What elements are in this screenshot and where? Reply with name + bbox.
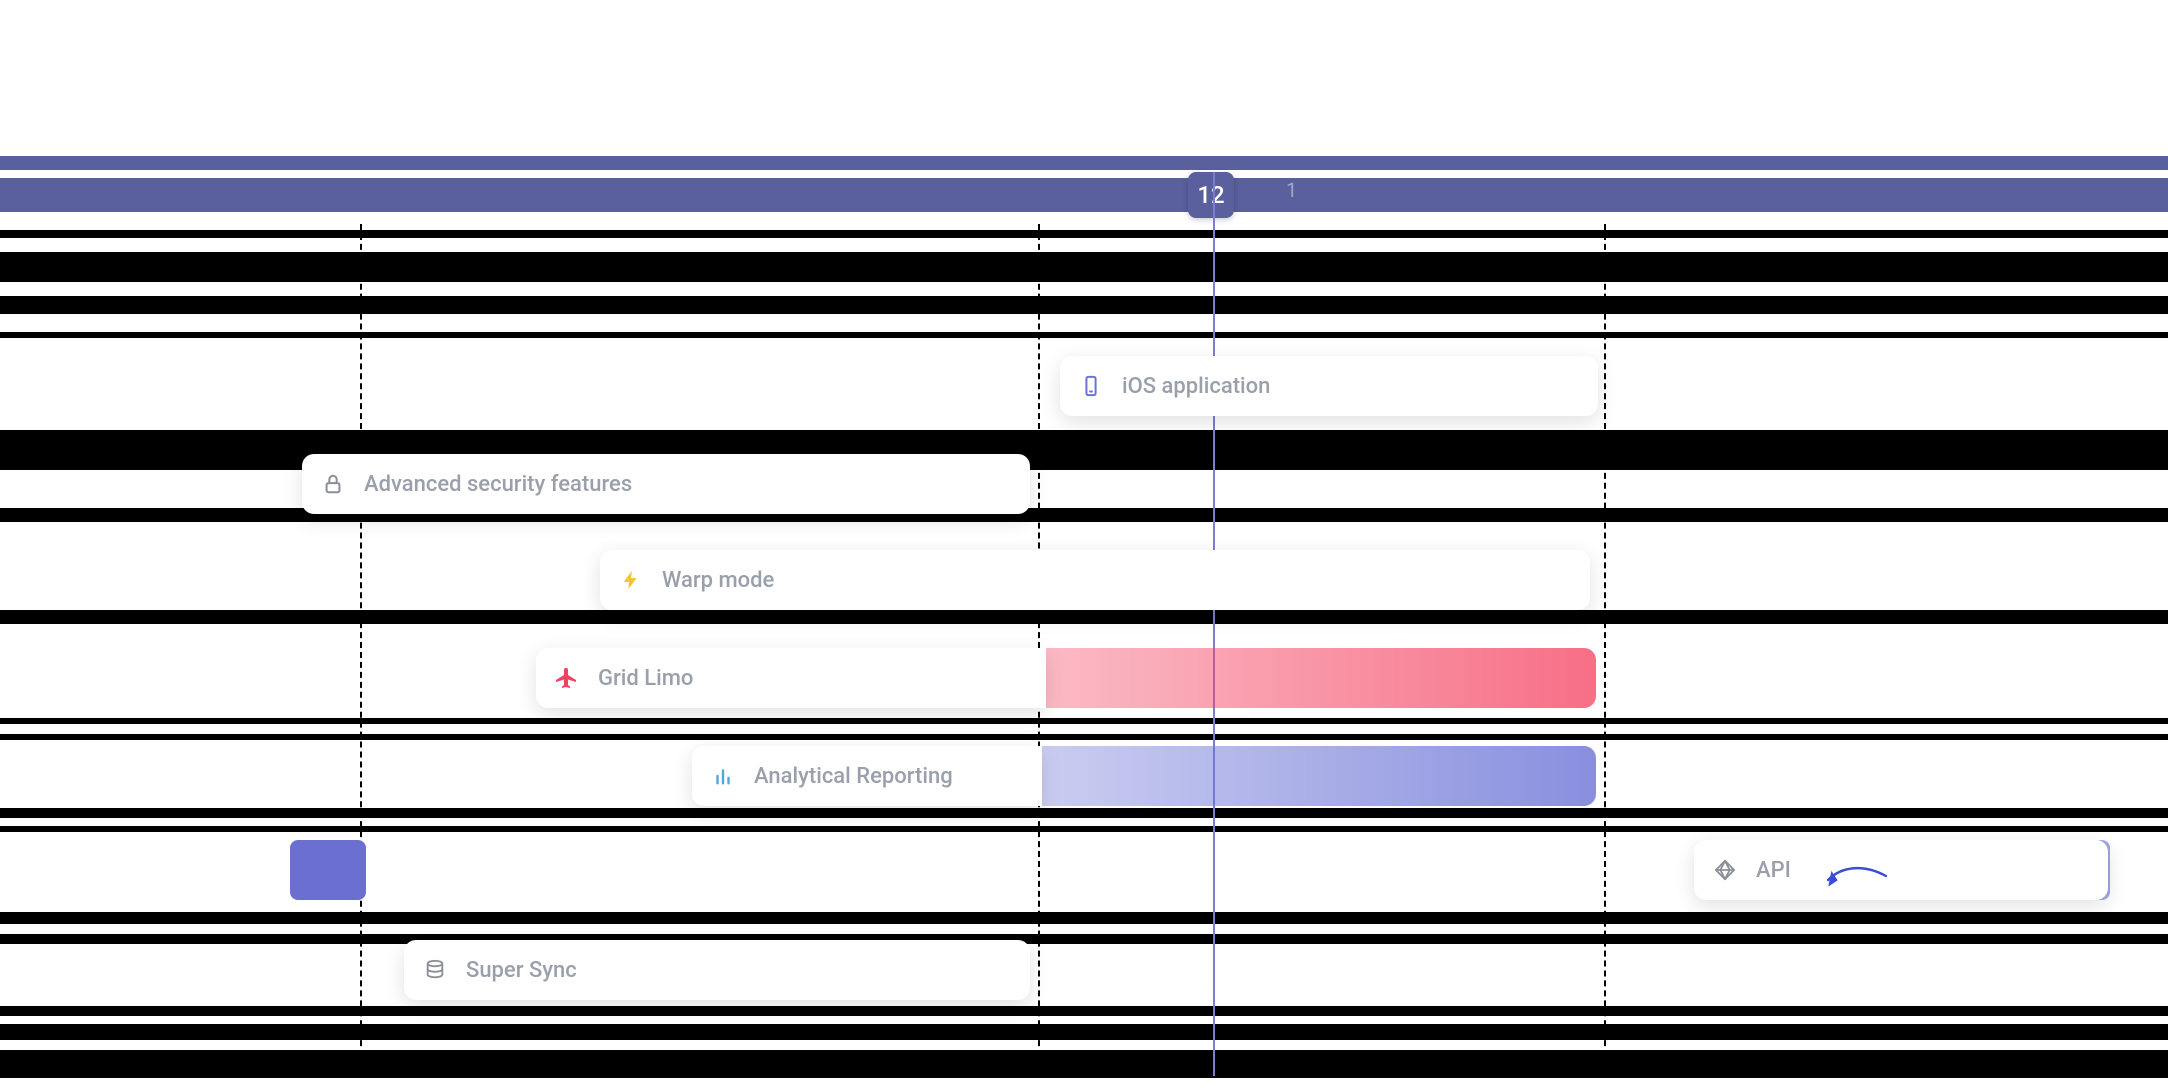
timeline-header-bar — [0, 178, 2168, 212]
task-stub[interactable] — [290, 840, 366, 900]
cursor-illustration — [1824, 858, 1894, 890]
date-next: 1 — [1286, 178, 1297, 202]
decoration-strip — [0, 808, 2168, 818]
bars-icon — [710, 763, 736, 789]
decoration-strip — [0, 1050, 2168, 1078]
task-card-ios[interactable]: iOS application — [1060, 356, 1598, 416]
decoration-strip — [0, 296, 2168, 314]
grid-guideline — [360, 224, 362, 1076]
task-card-api[interactable]: API — [1694, 840, 2108, 900]
phone-icon — [1078, 373, 1104, 399]
decoration-strip — [0, 252, 2168, 282]
decoration-strip — [0, 734, 2168, 740]
task-label: API — [1756, 858, 1791, 883]
task-card-security[interactable]: Advanced security features — [302, 454, 1030, 514]
task-label: Super Sync — [466, 958, 577, 983]
decoration-strip — [0, 230, 2168, 238]
plane-icon — [554, 665, 580, 691]
date-current[interactable]: 12 — [1188, 172, 1234, 218]
today-indicator — [1213, 172, 1215, 1076]
task-label: Warp mode — [662, 568, 774, 593]
task-card-gridlimo[interactable]: Grid Limo — [536, 648, 1046, 708]
decoration-strip — [0, 718, 2168, 724]
bolt-icon — [618, 567, 644, 593]
decoration-strip — [0, 1006, 2168, 1016]
task-label: Grid Limo — [598, 666, 693, 691]
decoration-strip — [0, 610, 2168, 624]
task-label: iOS application — [1122, 374, 1270, 399]
timeline-canvas: 12 1 iOS application Advanced security f… — [0, 0, 2168, 1090]
task-card-supersync[interactable]: Super Sync — [404, 940, 1030, 1000]
decoration-strip — [0, 934, 2168, 944]
task-label: Analytical Reporting — [754, 764, 953, 789]
task-card-warp[interactable]: Warp mode — [600, 550, 1590, 610]
timeline-header-bar — [0, 156, 2168, 170]
task-progress-tail — [1030, 746, 1596, 806]
task-label: Advanced security features — [364, 472, 632, 497]
lock-icon — [320, 471, 346, 497]
task-card-analytical[interactable]: Analytical Reporting — [692, 746, 1042, 806]
grid-guideline — [1604, 224, 1606, 1076]
decoration-strip — [0, 1024, 2168, 1040]
database-icon — [422, 957, 448, 983]
task-progress-tail — [1032, 648, 1596, 708]
date-current-label: 12 — [1197, 181, 1224, 209]
decoration-strip — [0, 826, 2168, 832]
decoration-strip — [0, 332, 2168, 338]
decoration-strip — [0, 912, 2168, 924]
diamond-icon — [1712, 857, 1738, 883]
